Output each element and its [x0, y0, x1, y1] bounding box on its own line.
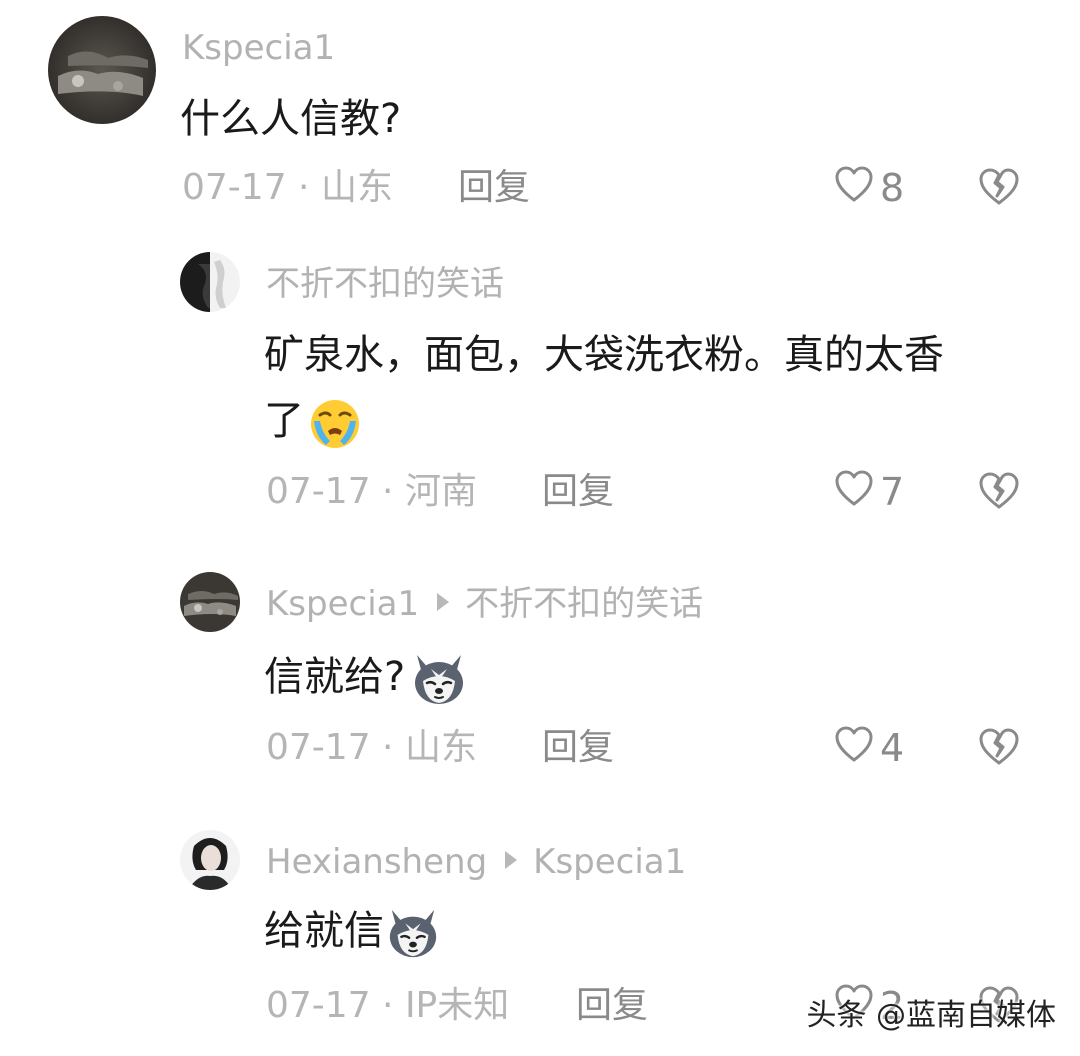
like-count: 8	[880, 166, 905, 210]
reply-target[interactable]: 不折不扣的笑话	[465, 584, 703, 624]
dislike-button[interactable]	[978, 470, 1020, 510]
comment-meta: 07-17 · 山东 回复	[182, 166, 530, 210]
reply-author[interactable]: Kspecia1	[266, 584, 419, 624]
avatar[interactable]	[180, 830, 240, 890]
like-button[interactable]: 8	[834, 166, 904, 210]
comment-meta: 07-17 · 山东 回复	[266, 726, 614, 770]
like-button[interactable]: 4	[834, 726, 904, 770]
like-count: 4	[880, 726, 905, 770]
comment-text: 给就信	[264, 900, 442, 962]
heart-outline-icon	[834, 165, 880, 212]
comment-text: 什么人信教?	[180, 96, 402, 142]
husky-dog-emoji	[384, 906, 442, 960]
comment-text-line-end: 了	[264, 398, 304, 444]
comment-username[interactable]: 不折不扣的笑话	[266, 264, 504, 304]
dislike-button[interactable]	[978, 166, 1020, 206]
loudly-crying-face-emoji	[308, 397, 362, 449]
husky-dog-emoji	[409, 651, 469, 707]
reply-arrow-icon	[505, 851, 518, 869]
comment-date-location: 07-17 · 山东	[182, 167, 393, 208]
like-button[interactable]: 7	[834, 470, 904, 514]
comment-text: 矿泉水，面包，大袋洗衣粉。真的太香 了	[264, 324, 944, 452]
comment-meta: 07-17 · IP未知 回复	[266, 984, 648, 1028]
dislike-button[interactable]	[978, 726, 1020, 766]
comment-text: 信就给?	[264, 646, 469, 708]
comment-meta: 07-17 · 河南 回复	[266, 470, 614, 514]
heart-outline-icon	[834, 469, 880, 516]
reply-button[interactable]: 回复	[542, 726, 614, 770]
comment-date-location: 07-17 · IP未知	[266, 985, 510, 1026]
broken-heart-icon	[978, 728, 1020, 770]
comment-text-body: 给就信	[264, 908, 384, 954]
watermark: 头条 @蓝南自媒体	[806, 998, 1056, 1033]
comment-username: Hexiansheng Kspecia1	[266, 842, 686, 882]
reply-button[interactable]: 回复	[576, 984, 648, 1028]
avatar[interactable]	[180, 252, 240, 312]
comment-text-line: 矿泉水，面包，大袋洗衣粉。真的太香	[264, 332, 944, 378]
heart-outline-icon	[834, 725, 880, 772]
comment-username: Kspecia1 不折不扣的笑话	[266, 584, 703, 624]
comment-text-line: 了	[264, 390, 944, 452]
comment-text-body: 信就给?	[264, 654, 406, 700]
reply-author[interactable]: Hexiansheng	[266, 842, 487, 882]
broken-heart-icon	[978, 472, 1020, 514]
like-count: 7	[880, 470, 905, 514]
reply-button[interactable]: 回复	[458, 166, 530, 210]
comment-date-location: 07-17 · 河南	[266, 471, 477, 512]
reply-arrow-icon	[437, 593, 450, 611]
comment-date-location: 07-17 · 山东	[266, 727, 477, 768]
avatar[interactable]	[180, 572, 240, 632]
broken-heart-icon	[978, 168, 1020, 210]
comment-username[interactable]: Kspecia1	[182, 28, 335, 68]
reply-target[interactable]: Kspecia1	[533, 842, 686, 882]
reply-button[interactable]: 回复	[542, 470, 614, 514]
avatar[interactable]	[48, 16, 156, 124]
